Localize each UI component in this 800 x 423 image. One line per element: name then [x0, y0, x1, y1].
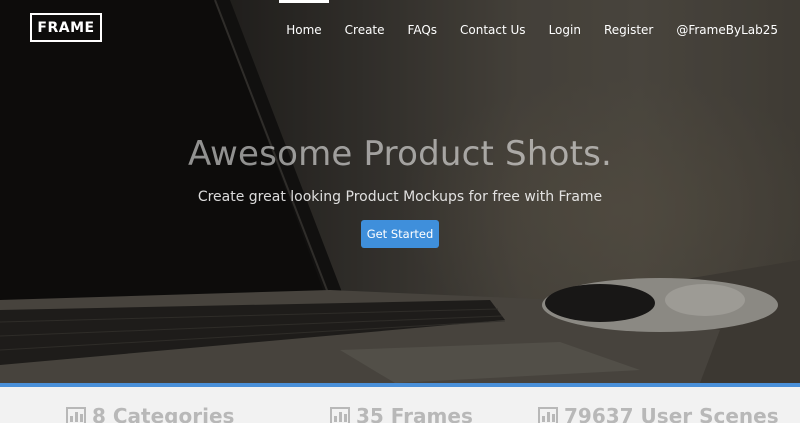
- main-nav: Home Create FAQs Contact Us Login Regist…: [263, 0, 778, 60]
- bar-chart-icon: [66, 407, 86, 423]
- nav-item-twitter-handle[interactable]: @FrameByLab25: [676, 0, 778, 60]
- nav-item-create[interactable]: Create: [345, 0, 385, 60]
- hero-title: Awesome Product Shots.: [187, 134, 613, 174]
- nav-item-login[interactable]: Login: [549, 0, 581, 60]
- hero-section: FRAME Home Create FAQs Contact Us Login …: [0, 0, 800, 383]
- stat-categories: 8 Categories: [66, 404, 234, 423]
- nav-item-home[interactable]: Home: [279, 0, 330, 60]
- nav-item-faqs[interactable]: FAQs: [408, 0, 438, 60]
- hero-subtitle: Create great looking Product Mockups for…: [197, 189, 603, 205]
- stat-label: 79637 User Scenes: [564, 404, 779, 423]
- nav-item-contact-us[interactable]: Contact Us: [460, 0, 526, 60]
- bar-chart-icon: [330, 407, 350, 423]
- get-started-button[interactable]: Get Started: [361, 220, 439, 248]
- stat-user-scenes: 79637 User Scenes: [538, 404, 779, 423]
- stat-label: 35 Frames: [356, 404, 473, 423]
- brand-logo[interactable]: FRAME: [30, 13, 102, 42]
- stat-frames: 35 Frames: [330, 404, 473, 423]
- stats-bar: 8 Categories 35 Frames 79637 User Scenes: [0, 387, 800, 423]
- bar-chart-icon: [538, 407, 558, 423]
- nav-item-register[interactable]: Register: [604, 0, 653, 60]
- stat-label: 8 Categories: [92, 404, 235, 423]
